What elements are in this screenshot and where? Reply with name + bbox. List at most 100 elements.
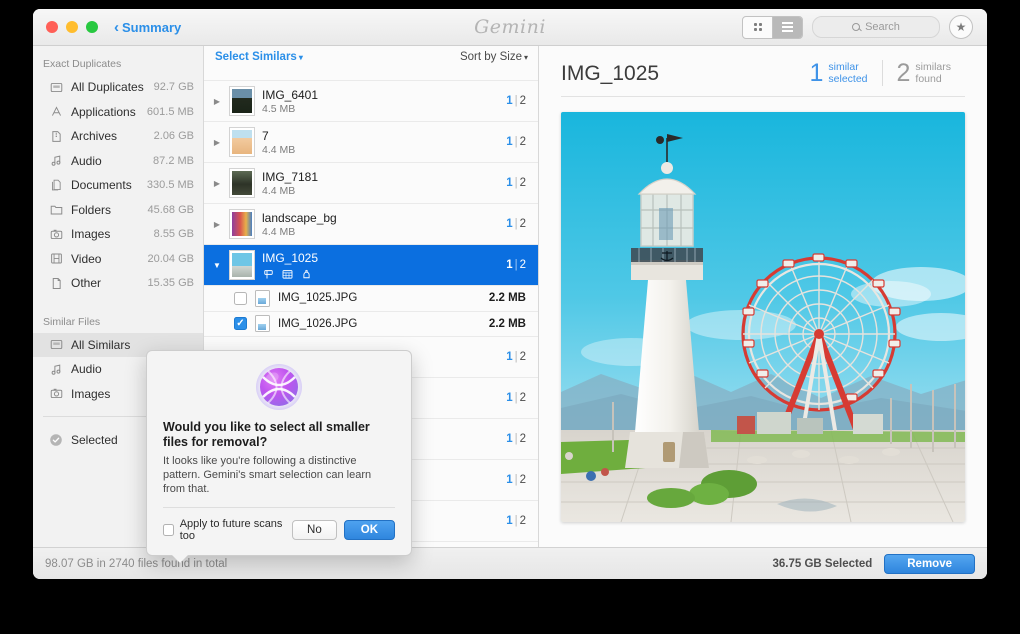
preview-stats: 1 similar selected 2 similars found bbox=[795, 60, 965, 86]
file-name: IMG_6401 bbox=[262, 87, 319, 102]
similar-selected-count: 1 bbox=[809, 58, 824, 87]
ok-button[interactable]: OK bbox=[343, 520, 395, 540]
row-count: 1 | 2 bbox=[506, 515, 526, 527]
sidebar-item-label: Folders bbox=[71, 202, 112, 217]
selected-count: 1 bbox=[506, 177, 513, 189]
audio-icon bbox=[49, 362, 63, 376]
search-placeholder-label: Search bbox=[865, 21, 900, 33]
grid-view-button[interactable] bbox=[743, 16, 773, 38]
sidebar-item-size: 601.5 MB bbox=[146, 105, 194, 118]
sort-by-dropdown[interactable]: Sort by Size ▾ bbox=[460, 51, 528, 63]
disclosure-triangle-icon[interactable]: ▶ bbox=[212, 220, 222, 229]
maximize-window-button[interactable] bbox=[86, 21, 98, 33]
sidebar-item-documents[interactable]: Documents 330.5 MB bbox=[33, 173, 203, 198]
sidebar-item-all-duplicates[interactable]: All Duplicates 92.7 GB bbox=[33, 75, 203, 100]
table-row-selected[interactable]: ▼ IMG_1025 1 | 2 bbox=[204, 245, 538, 286]
sidebar-item-applications[interactable]: Applications 601.5 MB bbox=[33, 100, 203, 125]
select-similars-dropdown[interactable]: Select Similars ▾ bbox=[215, 51, 303, 63]
apply-future-scans-checkbox[interactable]: Apply to future scans too bbox=[163, 518, 285, 542]
selected-size-label: 36.75 GB Selected bbox=[772, 557, 873, 570]
sub-file-name: IMG_1025.JPG bbox=[278, 292, 358, 305]
file-name: landscape_bg bbox=[262, 210, 337, 225]
list-toolbar: Select Similars ▾ Sort by Size ▾ bbox=[204, 46, 538, 68]
window-traffic-lights bbox=[33, 21, 98, 33]
sort-by-label: Sort by Size bbox=[459, 51, 522, 63]
no-button[interactable]: No bbox=[292, 520, 337, 540]
row-count: 1 | 2 bbox=[506, 474, 526, 486]
minimize-window-button[interactable] bbox=[66, 21, 78, 33]
sidebar-item-size: 330.5 MB bbox=[146, 179, 194, 192]
favorites-star-button[interactable]: ★ bbox=[949, 15, 973, 39]
sidebar-section-exact-duplicates: Exact Duplicates bbox=[43, 58, 122, 70]
page-title: IMG_1025 bbox=[561, 62, 660, 85]
sub-file-size: 2.2 MB bbox=[488, 292, 526, 305]
disclosure-triangle-icon[interactable]: ▶ bbox=[212, 97, 222, 106]
table-row[interactable]: ▶ IMG_7181 4.4 MB 1 | 2 bbox=[204, 163, 538, 204]
other-icon bbox=[49, 276, 63, 290]
sidebar-item-size: 20.04 GB bbox=[147, 252, 194, 265]
documents-icon bbox=[49, 178, 63, 192]
close-window-button[interactable] bbox=[46, 21, 58, 33]
sidebar-item-label: Audio bbox=[71, 153, 102, 168]
row-count: 1 | 2 bbox=[506, 259, 526, 271]
sidebar-item-archives[interactable]: Archives 2.06 GB bbox=[33, 124, 203, 149]
row-count: 1 | 2 bbox=[506, 433, 526, 445]
similar-selected-label: similar selected bbox=[828, 61, 867, 85]
remove-button[interactable]: Remove bbox=[884, 553, 975, 574]
sub-row[interactable]: IMG_1025.JPG 2.2 MB bbox=[204, 286, 538, 312]
stat-line-1: similar bbox=[828, 61, 859, 73]
file-name: 7 bbox=[262, 128, 269, 143]
checkbox-box[interactable] bbox=[163, 524, 174, 536]
sidebar-item-size: 8.55 GB bbox=[153, 228, 194, 241]
row-count: 1 | 2 bbox=[506, 95, 526, 107]
sub-row[interactable]: IMG_1026.JPG 2.2 MB bbox=[204, 311, 538, 337]
window-titlebar: ‹ Summary Gemini Search ★ bbox=[33, 9, 987, 46]
selected-count: 1 bbox=[506, 95, 513, 107]
file-checkbox-checked[interactable] bbox=[234, 317, 247, 331]
total-count: 2 bbox=[519, 218, 526, 230]
list-view-button[interactable] bbox=[773, 16, 802, 38]
select-similars-label: Select Similars bbox=[215, 51, 297, 63]
row-count: 1 | 2 bbox=[506, 218, 526, 230]
file-checkbox[interactable] bbox=[234, 291, 247, 305]
preview-pane: IMG_1025 1 similar selected 2 similars f… bbox=[539, 46, 987, 547]
sidebar-item-folders[interactable]: Folders 45.68 GB bbox=[33, 198, 203, 223]
disclosure-triangle-icon[interactable]: ▶ bbox=[212, 179, 222, 188]
total-count: 2 bbox=[519, 433, 526, 445]
total-count: 2 bbox=[519, 515, 526, 527]
calendar-icon bbox=[282, 269, 293, 279]
disclosure-triangle-expanded-icon[interactable]: ▼ bbox=[212, 261, 222, 270]
dialog-icon-wrapper bbox=[163, 363, 395, 411]
sidebar-item-video[interactable]: Video 20.04 GB bbox=[33, 247, 203, 272]
smart-selection-dialog: Would you like to select all smaller fil… bbox=[146, 350, 412, 563]
similars-found-stat: 2 similars found bbox=[883, 60, 966, 86]
images-icon bbox=[49, 387, 63, 401]
count-separator: | bbox=[514, 95, 518, 107]
preview-image bbox=[561, 112, 965, 522]
app-name-label: Gemini bbox=[474, 16, 546, 38]
file-name: IMG_1025 bbox=[262, 250, 319, 265]
row-thumbnail bbox=[229, 127, 255, 157]
selected-count: 1 bbox=[506, 392, 513, 404]
sidebar-item-images[interactable]: Images 8.55 GB bbox=[33, 222, 203, 247]
table-row[interactable]: ▶ 7 4.4 MB 1 | 2 bbox=[204, 122, 538, 163]
sidebar-item-other[interactable]: Other 15.35 GB bbox=[33, 271, 203, 296]
table-row[interactable]: ▶ IMG_6401 4.5 MB 1 | 2 bbox=[204, 81, 538, 122]
view-mode-segmented-control[interactable] bbox=[742, 15, 803, 39]
disclosure-triangle-icon[interactable]: ▶ bbox=[212, 138, 222, 147]
count-separator: | bbox=[514, 136, 518, 148]
row-meta: 7 4.4 MB bbox=[262, 129, 499, 156]
search-input[interactable]: Search bbox=[812, 16, 940, 38]
sidebar-item-size: 2.06 GB bbox=[153, 130, 194, 143]
sidebar-item-audio[interactable]: Audio 87.2 MB bbox=[33, 149, 203, 174]
star-icon: ★ bbox=[955, 20, 967, 34]
grid-view-icon bbox=[753, 23, 762, 31]
gemini-app-window: ‹ Summary Gemini Search ★ Exact Duplicat… bbox=[33, 9, 987, 579]
total-count: 2 bbox=[519, 136, 526, 148]
count-separator: | bbox=[514, 392, 518, 404]
table-row-partial[interactable] bbox=[204, 68, 538, 81]
back-to-summary-button[interactable]: ‹ Summary bbox=[114, 20, 181, 35]
table-row[interactable]: ▶ landscape_bg 4.4 MB 1 | 2 bbox=[204, 204, 538, 245]
file-size: 4.4 MB bbox=[262, 225, 296, 238]
sidebar-item-label: Applications bbox=[71, 104, 136, 119]
